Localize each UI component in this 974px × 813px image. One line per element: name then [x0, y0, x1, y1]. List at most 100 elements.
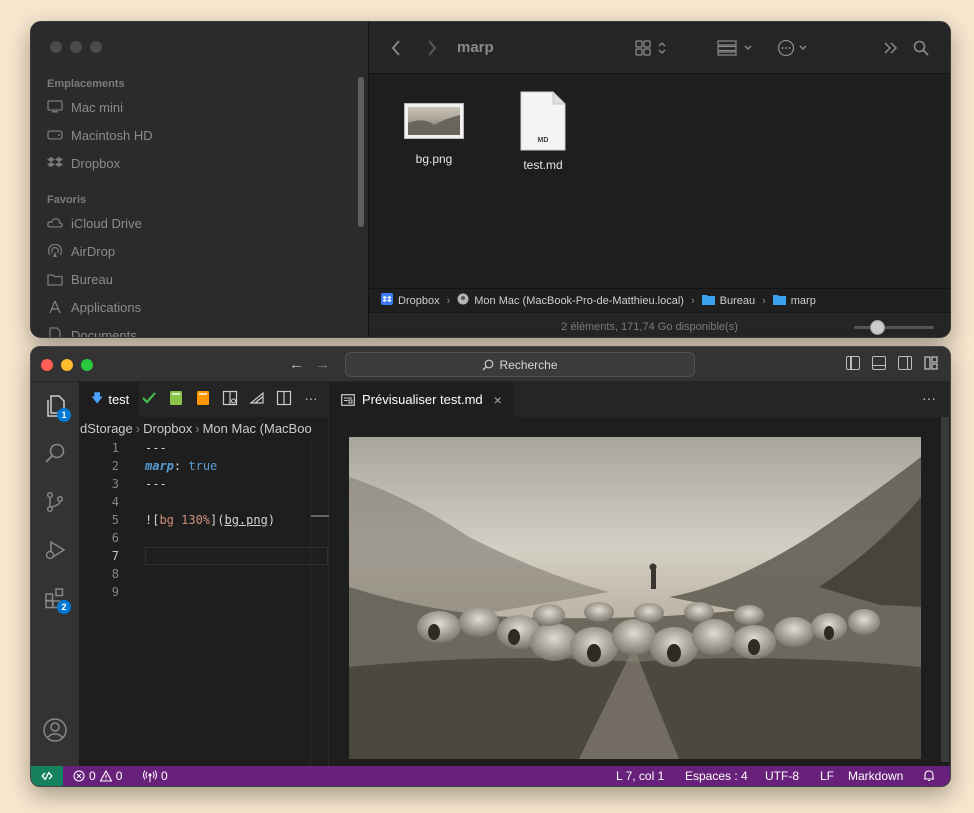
- minimize-button[interactable]: [61, 359, 73, 371]
- file-name: test.md: [523, 158, 563, 172]
- sheep-landscape-image: [349, 437, 921, 759]
- code-editor[interactable]: 1 2 3 4 5 6 7 8 9 --- marp: true --- ![b…: [79, 439, 329, 766]
- extensions-badge: 2: [57, 600, 71, 614]
- activity-bar: 1 2 1: [31, 382, 79, 786]
- accounts-button[interactable]: [31, 706, 79, 754]
- forward-arrow-icon[interactable]: →: [315, 356, 330, 373]
- forward-icon[interactable]: [427, 38, 437, 58]
- more-actions-icon[interactable]: ···: [303, 390, 319, 406]
- status-text: 2 éléments, 171,74 Go disponible(s): [561, 321, 738, 333]
- file-bg-png[interactable]: bg.png: [389, 103, 479, 166]
- back-icon[interactable]: [391, 38, 401, 58]
- image-link[interactable]: bg.png: [224, 513, 267, 527]
- path-item-dropbox[interactable]: Dropbox: [398, 295, 440, 307]
- sidebar-item-icloud-drive[interactable]: iCloud Drive: [47, 212, 142, 234]
- cursor-position[interactable]: L 7, col 1: [616, 769, 664, 783]
- window-title: marp: [457, 39, 494, 56]
- end-of-line[interactable]: LF: [820, 769, 834, 783]
- sidebar-item-applications[interactable]: Applications: [47, 296, 141, 318]
- explorer-badge: 1: [57, 408, 71, 422]
- run-debug-icon: [45, 540, 66, 560]
- slider-knob[interactable]: [870, 320, 886, 335]
- source-control-button[interactable]: [31, 478, 79, 526]
- remote-indicator[interactable]: [31, 766, 63, 786]
- minimap[interactable]: [311, 515, 329, 517]
- folder-icon: [701, 294, 715, 308]
- path-bar: Dropbox › Mon Mac (MacBook-Pro-de-Matthi…: [369, 288, 950, 312]
- file-test-md[interactable]: MD test.md: [498, 91, 588, 172]
- explorer-button[interactable]: 1: [31, 382, 79, 430]
- zoom-button[interactable]: [90, 41, 102, 53]
- sidebar-section-emplacements: Emplacements: [47, 78, 125, 90]
- preview-tabs: Prévisualiser test.md × ···: [330, 382, 950, 417]
- close-button[interactable]: [50, 41, 62, 53]
- image-alt: bg 130%: [159, 513, 211, 527]
- group-icon[interactable]: [717, 38, 755, 58]
- editor-actions: ···: [141, 390, 319, 406]
- preview-scrollbar[interactable]: [941, 417, 949, 762]
- orange-book-icon[interactable]: [195, 390, 211, 406]
- path-item-mac[interactable]: Mon Mac (MacBook-Pro-de-Matthieu.local): [474, 295, 684, 307]
- sidebar-item-airdrop[interactable]: AirDrop: [47, 240, 115, 262]
- toggle-secondary-sidebar-icon[interactable]: [898, 356, 912, 370]
- breadcrumb: dStorage › Dropbox › Mon Mac (MacBoo: [79, 417, 328, 439]
- more-actions-icon[interactable]: ···: [922, 390, 936, 406]
- breadcrumb-item[interactable]: Dropbox: [143, 421, 192, 436]
- indentation[interactable]: Espaces : 4: [685, 769, 748, 783]
- tab-test-md[interactable]: 🡇 test: [79, 382, 139, 417]
- marp-icon[interactable]: [249, 390, 265, 406]
- bell-icon: [924, 770, 934, 782]
- file-type-badge: MD: [537, 137, 549, 144]
- display-icon: [47, 99, 63, 115]
- back-arrow-icon[interactable]: ←: [289, 356, 304, 373]
- extensions-button[interactable]: 2: [31, 574, 79, 622]
- sidebar-item-dropbox[interactable]: Dropbox: [47, 152, 120, 174]
- chevron-right-icon: ›: [446, 294, 451, 307]
- close-button[interactable]: [41, 359, 53, 371]
- chevron-double-right-icon[interactable]: [883, 38, 899, 58]
- chevron-right-icon: ›: [195, 420, 200, 436]
- breadcrumb-item[interactable]: dStorage: [80, 421, 133, 436]
- slide-preview-image: [349, 437, 921, 759]
- line-number: 7: [111, 549, 119, 563]
- search-button[interactable]: [31, 430, 79, 478]
- view-grid-icon[interactable]: [635, 38, 669, 58]
- toggle-primary-sidebar-icon[interactable]: [846, 356, 860, 370]
- code-line-1: ---: [145, 441, 167, 455]
- path-item-marp[interactable]: marp: [791, 295, 816, 307]
- sidebar-item-bureau[interactable]: Bureau: [47, 268, 113, 290]
- language-mode[interactable]: Markdown: [848, 769, 903, 783]
- warning-count: 0: [115, 769, 123, 783]
- toggle-panel-icon[interactable]: [872, 356, 886, 370]
- tab-preview[interactable]: Prévisualiser test.md ×: [330, 382, 514, 417]
- encoding[interactable]: UTF-8: [765, 769, 799, 783]
- split-editor-icon[interactable]: [276, 390, 292, 406]
- customize-layout-icon[interactable]: [924, 356, 938, 370]
- zoom-button[interactable]: [81, 359, 93, 371]
- line-number: 8: [111, 567, 119, 581]
- preview-group: Prévisualiser test.md × ···: [330, 382, 950, 766]
- search-icon: [45, 443, 65, 463]
- sidebar-item-macintosh-hd[interactable]: Macintosh HD: [47, 124, 153, 146]
- minimize-button[interactable]: [70, 41, 82, 53]
- sidebar-item-mac-mini[interactable]: Mac mini: [47, 96, 123, 118]
- more-actions-icon[interactable]: [777, 38, 811, 58]
- command-center-search[interactable]: Recherche: [345, 352, 695, 377]
- open-preview-icon[interactable]: [222, 390, 238, 406]
- close-icon[interactable]: ×: [494, 392, 502, 408]
- problems-indicator[interactable]: 0 0: [73, 769, 122, 783]
- breadcrumb-item[interactable]: Mon Mac (MacBoo: [203, 421, 312, 436]
- sidebar-scrollbar[interactable]: [358, 77, 364, 227]
- file-name: bg.png: [415, 152, 453, 166]
- sidebar-item-documents[interactable]: Documents: [47, 324, 137, 337]
- warning-icon: [99, 770, 112, 782]
- notifications-button[interactable]: [923, 769, 935, 782]
- green-book-icon[interactable]: [168, 390, 184, 406]
- path-item-bureau[interactable]: Bureau: [720, 295, 755, 307]
- search-icon[interactable]: [913, 38, 929, 58]
- run-debug-button[interactable]: [31, 526, 79, 574]
- doc-icon: [47, 327, 63, 337]
- checkmark-icon[interactable]: [141, 390, 157, 406]
- icon-size-slider[interactable]: [854, 320, 934, 335]
- ports-indicator[interactable]: 0: [143, 769, 168, 783]
